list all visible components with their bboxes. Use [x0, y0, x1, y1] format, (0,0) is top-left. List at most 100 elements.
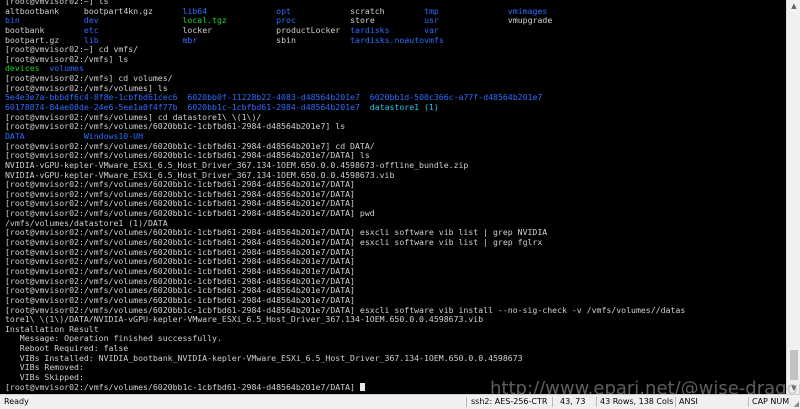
terminal-text: [root@vmvisor02:/vmfs] ls — [5, 53, 129, 64]
terminal-text: [root@vmvisor02:/vmfs/volumes/6020bb1c-1… — [5, 140, 375, 151]
terminal-text: 5e4e3e7a-bbbdf6c4-8f8e-1cbfbd61cec6 — [5, 92, 178, 103]
terminal-text: [root@vmvisor02:/vmfs/volumes/6020bb1c-1… — [5, 227, 548, 238]
terminal-text: var — [424, 24, 439, 35]
status-divider — [675, 397, 676, 407]
terminal-text: scratch — [350, 5, 385, 16]
terminal-text: /vmfs/volumes/datastore1 (1)/DATA — [5, 217, 168, 228]
terminal-text: 6020bb0f-11228b22-4083-d48564b201e7 — [187, 92, 360, 103]
terminal-text: altbootbank — [5, 5, 60, 16]
terminal-text: bootbank — [5, 24, 45, 35]
status-ready: Ready — [4, 397, 29, 406]
terminal-text: [root@vmvisor02:/vmfs/volumes/6020bb1c-1… — [5, 265, 355, 276]
resize-grip-icon[interactable]: ◢ — [794, 400, 799, 408]
terminal-line: VIBs Installed: NVIDIA_bootbank_NVIDIA-k… — [5, 352, 786, 364]
status-divider — [552, 397, 553, 407]
terminal-text: lib — [83, 34, 99, 45]
terminal-text: [root@vmvisor02:/vmfs/volumes/6020bb1c-1… — [5, 256, 355, 267]
status-divider — [748, 397, 749, 407]
terminal-text: [root@vmvisor02:/vmfs/volumes/6020bb1c-1… — [5, 237, 543, 248]
terminal-text: bin — [5, 15, 20, 26]
terminal-text: 6020bb1c-1cbfbd61-2984-d48564b201e7 — [187, 102, 360, 113]
terminal-text: etc — [83, 24, 99, 35]
terminal-text: [root@vmvisor02:/vmfs/volumes/6020bb1c-1… — [5, 198, 355, 209]
terminal-text: volumes — [49, 63, 84, 74]
terminal-text: [root@vmvisor02:/vmfs/volumes/6020bb1c-1… — [5, 150, 370, 161]
terminal-line: VIBs Removed: — [5, 363, 786, 373]
terminal-text: Windows10-UH — [83, 130, 144, 141]
terminal-text: [root@vmvisor02:/vmfs/volumes] ls — [5, 82, 168, 93]
terminal-line: tore1\ \(1\)/DATA/NVIDIA-vGPU-kepler-VMw… — [5, 314, 786, 325]
terminal-text: [root@vmvisor02:/vmfs/volumes/6020bb1c-1… — [5, 246, 355, 257]
terminal-text: [root@vmvisor02:/vmfs/volumes/6020bb1c-1… — [5, 208, 375, 219]
terminal-text: [root@vmvisor02:~] cd vmfs/ — [5, 44, 139, 55]
terminal-text: usr — [424, 15, 439, 26]
terminal-text: [root@vmvisor02:/vmfs/volumes/6020bb1c-1… — [5, 294, 355, 305]
terminal-text: dev — [83, 15, 99, 26]
scroll-up-icon[interactable]: ▲ — [789, 1, 799, 11]
terminal-text: [root@vmvisor02:/vmfs/volumes/6020bb1c-1… — [5, 121, 346, 132]
terminal-text: opt — [276, 5, 291, 16]
terminal-text: [root@vmvisor02:/vmfs/volumes/6020bb1c-1… — [5, 188, 355, 199]
scrollbar-thumb[interactable] — [790, 350, 798, 380]
terminal-text: proc — [276, 15, 296, 26]
terminal-text: 60178874-84ae08de-24e6-5ee1a0f4f77b — [5, 102, 178, 113]
terminal-output: [root@vmvisor02:~] ls altbootbank bootpar… — [5, 0, 786, 392]
terminal-text: VIBs Installed: NVIDIA_bootbank_NVIDIA-k… — [5, 352, 523, 363]
status-terminal-size: 43 Rows, 138 Cols — [600, 397, 674, 406]
terminal-text: tardisks — [350, 24, 390, 35]
terminal-text: sbin — [276, 34, 296, 45]
status-divider — [466, 397, 467, 407]
status-bar: Ready ssh2: AES-256-CTR 43, 73 43 Rows, … — [0, 394, 800, 409]
terminal-text: 6020bb1d-500c366c-a77f-d48564b201e7 — [369, 92, 543, 103]
terminal-text: vmupgrade — [507, 15, 553, 26]
terminal-text: [root@vmvisor02:/vmfs/volumes/6020bb1c-1… — [5, 285, 355, 296]
terminal-text: locker — [182, 24, 213, 35]
terminal-window[interactable]: [root@vmvisor02:~] ls altbootbank bootpar… — [0, 0, 786, 394]
terminal-text: bootpart4kn.gz — [83, 5, 153, 16]
terminal-text: vmimages — [507, 5, 548, 16]
terminal-text: [root@vmvisor02:/vmfs] cd volumes/ — [5, 73, 173, 84]
status-cursor-position: 43, 73 — [560, 397, 586, 406]
terminal-text: lib64 — [182, 5, 208, 16]
vertical-scrollbar[interactable]: ▲ ▼ — [786, 0, 800, 394]
terminal-text: mbr — [182, 34, 198, 45]
terminal-text: bootpart.gz — [5, 34, 60, 45]
status-encoding: ANSI — [679, 397, 698, 406]
terminal-text: Reboot Required: false — [5, 343, 129, 354]
terminal-text: [root@vmvisor02:/vmfs/volumes/6020bb1c-1… — [5, 179, 355, 190]
text-cursor — [359, 383, 365, 392]
terminal-text: productLocker — [276, 24, 341, 35]
terminal-text: vmfs — [424, 34, 444, 45]
terminal-text: local.tgz — [182, 15, 227, 26]
terminal-text: VIBs Skipped: — [5, 371, 84, 382]
terminal-text: Message: Operation finished successfully… — [5, 333, 222, 344]
terminal-text: tmp — [424, 5, 439, 16]
status-connection: ssh2: AES-256-CTR — [471, 397, 548, 406]
terminal-text: [root@vmvisor02:/vmfs/volumes/6020bb1c-1… — [5, 381, 360, 392]
status-divider — [596, 397, 597, 407]
terminal-text: devices — [5, 63, 40, 74]
terminal-text: [root@vmvisor02:/vmfs/volumes/6020bb1c-1… — [5, 304, 686, 315]
terminal-text: [root@vmvisor02:/vmfs/volumes/6020bb1c-1… — [5, 275, 355, 286]
